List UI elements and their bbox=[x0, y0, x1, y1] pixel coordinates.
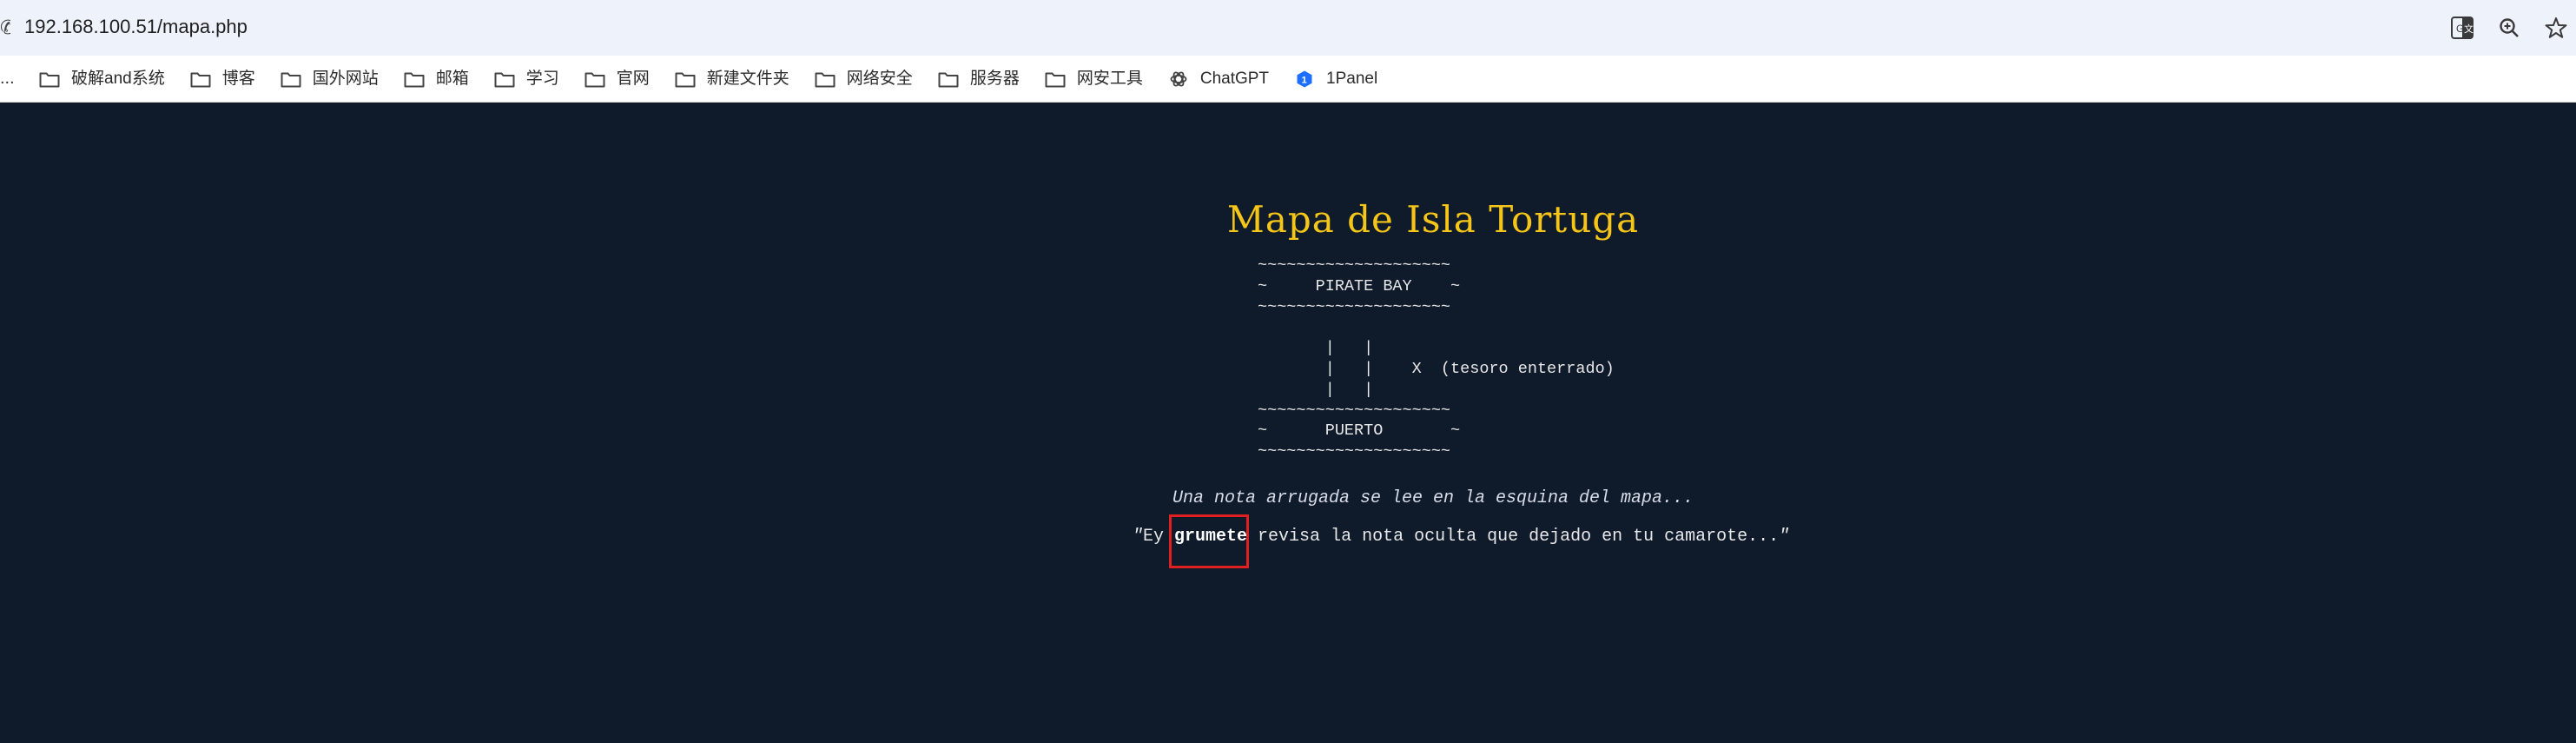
bookmark-label: 网安工具 bbox=[1076, 70, 1143, 88]
bookmarks-list: 破解and系统 博客 国外网站 邮箱 学习 官网 新建文件夹 网络安全 服务器 … bbox=[38, 64, 1402, 94]
map-note: Una nota arrugada se lee en la esquina d… bbox=[1172, 488, 1694, 508]
address-bar-actions: G 文 bbox=[2447, 12, 2571, 43]
quote-close: " bbox=[1779, 527, 1790, 547]
1panel-icon: 1 bbox=[1293, 70, 1316, 89]
ascii-treasure-map: ~~~~~~~~~~~~~~~~~~~~ ~ PIRATE BAY ~ ~~~~… bbox=[1258, 256, 1615, 461]
bookmark-folder[interactable]: 网安工具 bbox=[1044, 64, 1143, 94]
folder-icon bbox=[189, 70, 212, 89]
bookmark-folder[interactable]: 学习 bbox=[493, 64, 559, 94]
page-content: Mapa de Isla Tortuga ~~~~~~~~~~~~~~~~~~~… bbox=[0, 103, 2576, 743]
folder-icon bbox=[674, 70, 697, 89]
bookmark-label: 1Panel bbox=[1326, 70, 1378, 88]
bookmark-label: 博客 bbox=[221, 70, 255, 88]
address-bar: ✆ 192.168.100.51/mapa.php G 文 bbox=[0, 0, 2576, 56]
bookmark-folder[interactable]: 国外网站 bbox=[280, 64, 379, 94]
bookmark-label: 学习 bbox=[525, 70, 559, 88]
svg-text:G: G bbox=[2456, 23, 2464, 35]
bookmark-folder[interactable]: 网络安全 bbox=[814, 64, 913, 94]
bookmark-folder[interactable]: 破解and系统 bbox=[38, 64, 165, 94]
bookmark-label: 新建文件夹 bbox=[706, 70, 789, 88]
folder-icon bbox=[38, 70, 61, 89]
bookmark-folder[interactable]: 官网 bbox=[584, 64, 650, 94]
quote-suffix: revisa la nota oculta que dejado en tu c… bbox=[1247, 527, 1780, 547]
bookmark-folder[interactable]: 新建文件夹 bbox=[674, 64, 789, 94]
page-title: Mapa de Isla Tortuga bbox=[1226, 198, 1640, 241]
bookmark-folder[interactable]: 博客 bbox=[189, 64, 255, 94]
bookmarks-bar: ... 破解and系统 博客 国外网站 邮箱 学习 官网 新建文件夹 网络安全 … bbox=[0, 56, 2576, 103]
svg-text:1: 1 bbox=[1302, 76, 1307, 86]
bookmark-label: 官网 bbox=[616, 70, 650, 88]
translate-icon[interactable]: G 文 bbox=[2447, 13, 2477, 43]
annotation-highlight-box bbox=[1169, 514, 1249, 568]
url-field[interactable]: 192.168.100.51/mapa.php bbox=[24, 14, 248, 40]
bookmark-link[interactable]: 1 1Panel bbox=[1293, 64, 1377, 94]
folder-icon bbox=[937, 70, 960, 89]
chatgpt-icon bbox=[1167, 70, 1190, 89]
bookmark-link[interactable]: ChatGPT bbox=[1167, 64, 1269, 94]
folder-icon bbox=[1044, 70, 1067, 89]
bookmark-label: 国外网站 bbox=[312, 70, 379, 88]
site-info-icon[interactable]: ✆ bbox=[0, 16, 10, 40]
browser-chrome: ✆ 192.168.100.51/mapa.php G 文 ... 破解and系… bbox=[0, 0, 2576, 103]
bookmark-folder[interactable]: 邮箱 bbox=[403, 64, 469, 94]
bookmark-label: 网络安全 bbox=[846, 70, 913, 88]
bookmark-star-icon[interactable] bbox=[2541, 13, 2571, 43]
bookmark-label: 破解and系统 bbox=[71, 70, 165, 88]
svg-text:文: 文 bbox=[2464, 23, 2474, 35]
folder-icon bbox=[403, 70, 426, 89]
bookmark-label: ChatGPT bbox=[1199, 70, 1270, 88]
folder-icon bbox=[584, 70, 606, 89]
folder-icon bbox=[493, 70, 516, 89]
zoom-icon[interactable] bbox=[2494, 13, 2524, 43]
bookmark-label: 邮箱 bbox=[435, 70, 469, 88]
quote-open: " bbox=[1133, 527, 1144, 547]
bookmark-folder[interactable]: 服务器 bbox=[937, 64, 1020, 94]
bookmarks-overflow[interactable]: ... bbox=[0, 66, 15, 90]
folder-icon bbox=[814, 70, 836, 89]
folder-icon bbox=[280, 70, 302, 89]
bookmark-label: 服务器 bbox=[969, 70, 1020, 88]
